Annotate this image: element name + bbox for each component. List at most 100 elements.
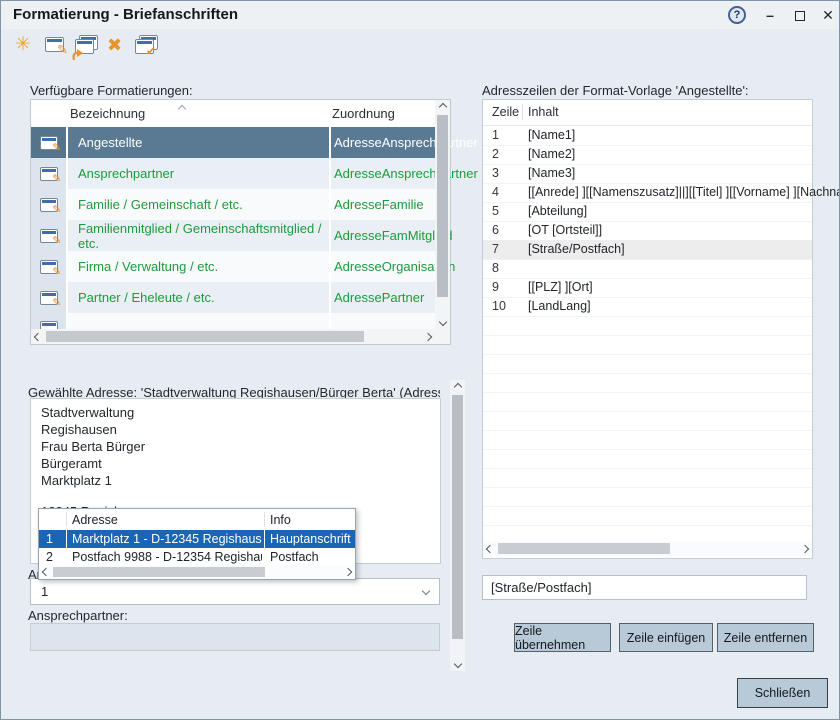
anschrift-selected-value: 1: [41, 579, 48, 604]
scroll-right-icon[interactable]: [421, 329, 435, 344]
line-row-empty[interactable]: [483, 392, 812, 412]
row-icon-cell: [31, 313, 66, 329]
pencil-icon: ✎: [57, 43, 68, 56]
zeile-entfernen-button[interactable]: Zeile entfernen: [717, 623, 814, 652]
row-icon-cell: ✎: [31, 189, 66, 220]
line-row-empty[interactable]: [483, 487, 812, 507]
popup-col-info[interactable]: Info: [270, 509, 291, 530]
line-row-5[interactable]: 5[Abteilung]: [483, 202, 812, 222]
col-inhalt[interactable]: Inhalt: [528, 105, 559, 119]
ansprechpartner-label: Ansprechpartner:: [28, 608, 128, 623]
line-row-4[interactable]: 4[[Anrede] ][[Namenszusatz]||][[Titel] ]…: [483, 183, 812, 203]
format-row-familie[interactable]: ✎ Familie / Gemeinschaft / etc. AdresseF…: [31, 189, 435, 220]
edit-icon: ✎: [52, 205, 61, 216]
address-lines-label: Adresszeilen der Format-Vorlage 'Angeste…: [482, 83, 749, 98]
popup-row-hauptanschrift[interactable]: 1 Marktplatz 1 - D-12345 Regishausen Hau…: [39, 530, 355, 548]
delete-format-icon[interactable]: ✖: [107, 34, 122, 56]
scroll-up-icon[interactable]: [435, 100, 450, 114]
format-row-angestellte[interactable]: ✎ Angestellte AdresseAnsprechpartner: [31, 127, 435, 158]
vscroll-thumb[interactable]: [437, 115, 448, 297]
scroll-right-icon[interactable]: [341, 565, 355, 579]
line-row-empty[interactable]: [483, 335, 812, 355]
address-lines-table: Zeile Inhalt 1[Name1] 2[Name2] 3[Name3] …: [482, 99, 813, 559]
popup-header: Adresse Info: [39, 509, 355, 530]
scroll-right-icon[interactable]: [798, 541, 812, 556]
address-line: Stadtverwaltung: [41, 405, 134, 420]
line-row-empty[interactable]: [483, 373, 812, 393]
ansprechpartner-field[interactable]: [30, 623, 440, 651]
hscroll-thumb[interactable]: [46, 331, 364, 342]
line-row-empty[interactable]: [483, 468, 812, 488]
format-row-partial[interactable]: [31, 313, 435, 329]
maximize-button[interactable]: [789, 4, 811, 26]
dialog-window: Formatierung - Briefanschriften ? – ✕ ✳ …: [0, 0, 840, 720]
address-line: Marktplatz 1: [41, 473, 112, 488]
edit-icon: ✎: [52, 236, 61, 247]
close-window-button[interactable]: ✕: [817, 4, 839, 26]
line-row-9[interactable]: 9[[PLZ] ][Ort]: [483, 278, 812, 298]
scroll-down-icon[interactable]: [450, 657, 465, 671]
maximize-icon: [795, 11, 805, 21]
scroll-down-icon[interactable]: [435, 315, 450, 329]
check-icon: ✔: [146, 45, 156, 57]
col-bezeichnung[interactable]: Bezeichnung: [70, 106, 145, 121]
scroll-left-icon[interactable]: [31, 329, 45, 344]
anschrift-select[interactable]: 1: [30, 578, 440, 605]
line-row-7-selected[interactable]: 7[Straße/Postfach]: [483, 240, 812, 260]
formats-vscrollbar[interactable]: [435, 100, 450, 329]
lines-hscrollbar[interactable]: [483, 541, 812, 556]
line-row-empty[interactable]: [483, 430, 812, 450]
format-row-firma[interactable]: ✎ Firma / Verwaltung / etc. AdresseOrgan…: [31, 251, 435, 282]
formats-table-header: Bezeichnung Zuordnung: [31, 100, 435, 127]
format-row-ansprechpartner[interactable]: ✎ Ansprechpartner AdresseAnsprechpartner: [31, 158, 435, 189]
line-row-3[interactable]: 3[Name3]: [483, 164, 812, 184]
address-line: Frau Berta Bürger: [41, 439, 145, 454]
address-line: Regishausen: [41, 422, 117, 437]
scroll-left-icon[interactable]: [39, 565, 53, 579]
row-icon-cell: ✎: [31, 220, 66, 251]
line-row-8[interactable]: 8: [483, 259, 812, 279]
line-row-empty[interactable]: [483, 449, 812, 469]
format-row-partner[interactable]: ✎ Partner / Eheleute / etc. AdressePartn…: [31, 282, 435, 313]
line-row-2[interactable]: 2[Name2]: [483, 145, 812, 165]
popup-hscrollbar[interactable]: [39, 565, 355, 579]
panel-vscrollbar[interactable]: [450, 380, 465, 671]
popup-col-adresse[interactable]: Adresse: [72, 509, 118, 530]
scroll-corner: [435, 329, 450, 344]
new-format-icon[interactable]: ✳: [15, 34, 31, 56]
format-row-familienmitglied[interactable]: ✎ Familienmitglied / Gemeinschaftsmitgli…: [31, 220, 435, 251]
copy-format-icon[interactable]: [75, 35, 97, 57]
zeile-uebernehmen-button[interactable]: Zeile übernehmen: [514, 623, 611, 652]
col-zuordnung[interactable]: Zuordnung: [332, 106, 395, 121]
zeile-einfuegen-button[interactable]: Zeile einfügen: [619, 623, 713, 652]
popup-hscroll-thumb[interactable]: [53, 567, 265, 577]
line-row-empty[interactable]: [483, 506, 812, 526]
line-row-1[interactable]: 1[Name1]: [483, 126, 812, 146]
lines-hscroll-thumb[interactable]: [498, 543, 670, 554]
help-icon[interactable]: ?: [728, 6, 746, 24]
line-row-10[interactable]: 10[LandLang]: [483, 297, 812, 317]
panel-vscroll-thumb[interactable]: [452, 395, 463, 639]
edit-icon: ✎: [52, 174, 61, 185]
row-icon-cell: ✎: [31, 282, 66, 313]
chevron-down-icon: [422, 587, 430, 595]
formats-hscrollbar[interactable]: [31, 329, 435, 344]
line-row-empty[interactable]: [483, 316, 812, 336]
line-row-empty[interactable]: [483, 411, 812, 431]
formats-table: Bezeichnung Zuordnung ✎ Angestellte Adre…: [30, 99, 451, 345]
apply-format-icon[interactable]: ✔: [135, 35, 157, 57]
line-row-empty[interactable]: [483, 354, 812, 374]
minimize-button[interactable]: –: [759, 4, 781, 26]
address-line: Bürgeramt: [41, 456, 102, 471]
schliessen-button[interactable]: Schließen: [737, 678, 828, 708]
edit-format-icon[interactable]: ✎: [45, 37, 64, 59]
sort-ascending-icon: [178, 105, 186, 113]
line-content-input[interactable]: [482, 575, 807, 600]
scroll-up-icon[interactable]: [450, 380, 465, 394]
row-icon-cell: ✎: [31, 127, 66, 158]
col-zeile[interactable]: Zeile: [492, 105, 519, 119]
window-title: Formatierung - Briefanschriften: [13, 6, 238, 23]
scroll-left-icon[interactable]: [483, 541, 497, 556]
line-row-6[interactable]: 6[OT [Ortsteil]]: [483, 221, 812, 241]
popup-row-postfach[interactable]: 2 Postfach 9988 - D-12354 Regishausen Po…: [39, 548, 355, 566]
